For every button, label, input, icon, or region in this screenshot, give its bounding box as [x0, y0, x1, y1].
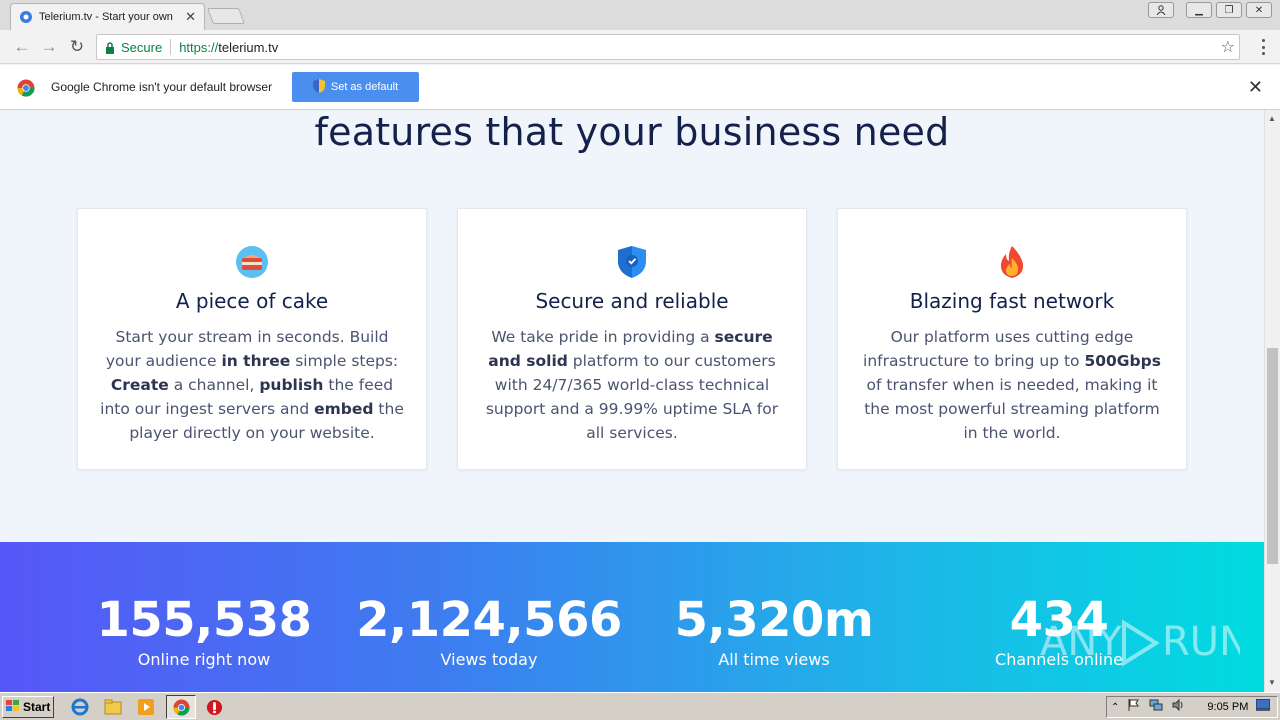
telerium-favicon-icon: [19, 10, 33, 24]
tray-expand-icon[interactable]: ⌃: [1111, 702, 1119, 713]
forward-arrow-icon[interactable]: →: [39, 37, 59, 57]
browser-toolbar: ← → ↻ Secure https:// telerium.tv ☆: [0, 30, 1280, 64]
stat-label: Channels online: [995, 650, 1123, 669]
card-body: We take pride in providing a secure and …: [476, 325, 788, 445]
window-controls: ▁ ❐ ✕: [1148, 2, 1272, 18]
tab-close-icon[interactable]: ✕: [185, 9, 196, 25]
page-scrollbar[interactable]: ▲ ▼: [1264, 110, 1280, 692]
internet-explorer-icon[interactable]: [71, 698, 89, 716]
chrome-menu-icon[interactable]: [1262, 39, 1266, 55]
emphasis-text: publish: [259, 376, 324, 394]
feature-card-cake: A piece of cake Start your stream in sec…: [77, 208, 427, 470]
tab-strip: Telerium.tv - Start your own ✕ ▁ ❐ ✕: [0, 0, 1280, 30]
fire-icon: [995, 245, 1029, 279]
address-separator: [170, 39, 172, 55]
body-text: We take pride in providing a: [491, 328, 715, 346]
default-browser-infobar: Google Chrome isn't your default browser…: [0, 65, 1280, 110]
address-bar[interactable]: Secure https:// telerium.tv ☆: [96, 34, 1240, 60]
infobar-message: Google Chrome isn't your default browser: [51, 80, 273, 94]
taskbar-clock: 9:05 PM: [1207, 701, 1249, 713]
emphasis-text: 500Gbps: [1084, 352, 1161, 370]
chrome-logo-icon: [17, 79, 35, 97]
stat-channels-online: 434 Channels online: [909, 592, 1209, 669]
stat-online: 155,538 Online right now: [54, 592, 354, 669]
user-profile-icon[interactable]: [1148, 2, 1174, 18]
tab-title: Telerium.tv - Start your own: [39, 11, 173, 23]
scroll-down-arrow-icon[interactable]: ▼: [1268, 678, 1276, 687]
show-desktop-icon[interactable]: [1255, 698, 1271, 716]
reload-icon[interactable]: ↻: [67, 37, 87, 57]
cake-icon: [235, 245, 269, 279]
scroll-up-arrow-icon[interactable]: ▲: [1268, 114, 1276, 123]
uac-shield-icon: [312, 78, 325, 96]
web-page: features that your business need A piece…: [0, 110, 1264, 692]
emphasis-text: in three: [221, 352, 291, 370]
secure-label: Secure: [121, 39, 163, 55]
body-text: simple steps:: [290, 352, 399, 370]
card-title: Secure and reliable: [535, 289, 729, 313]
stat-value: 155,538: [96, 592, 312, 648]
card-body: Our platform uses cutting edge infrastru…: [856, 325, 1168, 445]
system-tray: ⌃ 9:05 PM: [1106, 696, 1278, 718]
shield-check-icon: [615, 245, 649, 279]
stop-sign-icon[interactable]: [205, 698, 223, 716]
stat-label: Views today: [440, 650, 538, 669]
emphasis-text: embed: [314, 400, 374, 418]
stat-label: All time views: [718, 650, 830, 669]
lock-icon: [105, 41, 115, 54]
back-arrow-icon[interactable]: ←: [12, 37, 32, 57]
stat-value: 2,124,566: [356, 592, 622, 648]
start-label: Start: [23, 700, 51, 714]
feature-card-secure: Secure and reliable We take pride in pro…: [457, 208, 807, 470]
stats-banner: 155,538 Online right now 2,124,566 Views…: [0, 542, 1264, 692]
windows-logo-icon: [6, 699, 20, 715]
stat-label: Online right now: [137, 650, 271, 669]
section-headline: features that your business need: [314, 110, 950, 154]
feature-card-network: Blazing fast network Our platform uses c…: [837, 208, 1187, 470]
media-player-icon[interactable]: [137, 698, 155, 716]
new-tab-button[interactable]: [207, 8, 245, 24]
restore-button[interactable]: ❐: [1216, 2, 1242, 18]
body-text: a channel,: [168, 376, 260, 394]
stat-value: 434: [1009, 592, 1109, 648]
browser-tab[interactable]: Telerium.tv - Start your own ✕: [10, 3, 205, 30]
stat-all-time-views: 5,320m All time views: [624, 592, 924, 669]
bookmark-star-icon[interactable]: ☆: [1221, 37, 1235, 57]
set-as-default-button[interactable]: Set as default: [292, 72, 419, 102]
flag-icon[interactable]: [1127, 698, 1141, 717]
network-icon[interactable]: [1149, 698, 1163, 717]
body-text: of transfer when is needed, making it th…: [864, 376, 1160, 442]
url-host: telerium.tv: [218, 39, 279, 55]
stat-views-today: 2,124,566 Views today: [339, 592, 639, 669]
url-scheme: https://: [179, 39, 219, 55]
emphasis-text: Create: [110, 376, 169, 394]
start-button[interactable]: Start: [2, 696, 54, 718]
card-title: A piece of cake: [175, 289, 329, 313]
card-title: Blazing fast network: [909, 289, 1115, 313]
chrome-taskbar-icon[interactable]: [172, 698, 190, 716]
infobar-close-icon[interactable]: ✕: [1248, 77, 1263, 98]
windows-taskbar: Start ⌃ 9:05 PM: [0, 692, 1280, 720]
scrollbar-thumb[interactable]: [1267, 348, 1278, 564]
set-as-default-label: Set as default: [330, 81, 399, 93]
card-body: Start your stream in seconds. Build your…: [96, 325, 408, 445]
volume-icon[interactable]: [1171, 698, 1185, 717]
minimize-button[interactable]: ▁: [1186, 2, 1212, 18]
close-window-button[interactable]: ✕: [1246, 2, 1272, 18]
stat-value: 5,320m: [674, 592, 874, 648]
file-explorer-icon[interactable]: [104, 698, 122, 716]
